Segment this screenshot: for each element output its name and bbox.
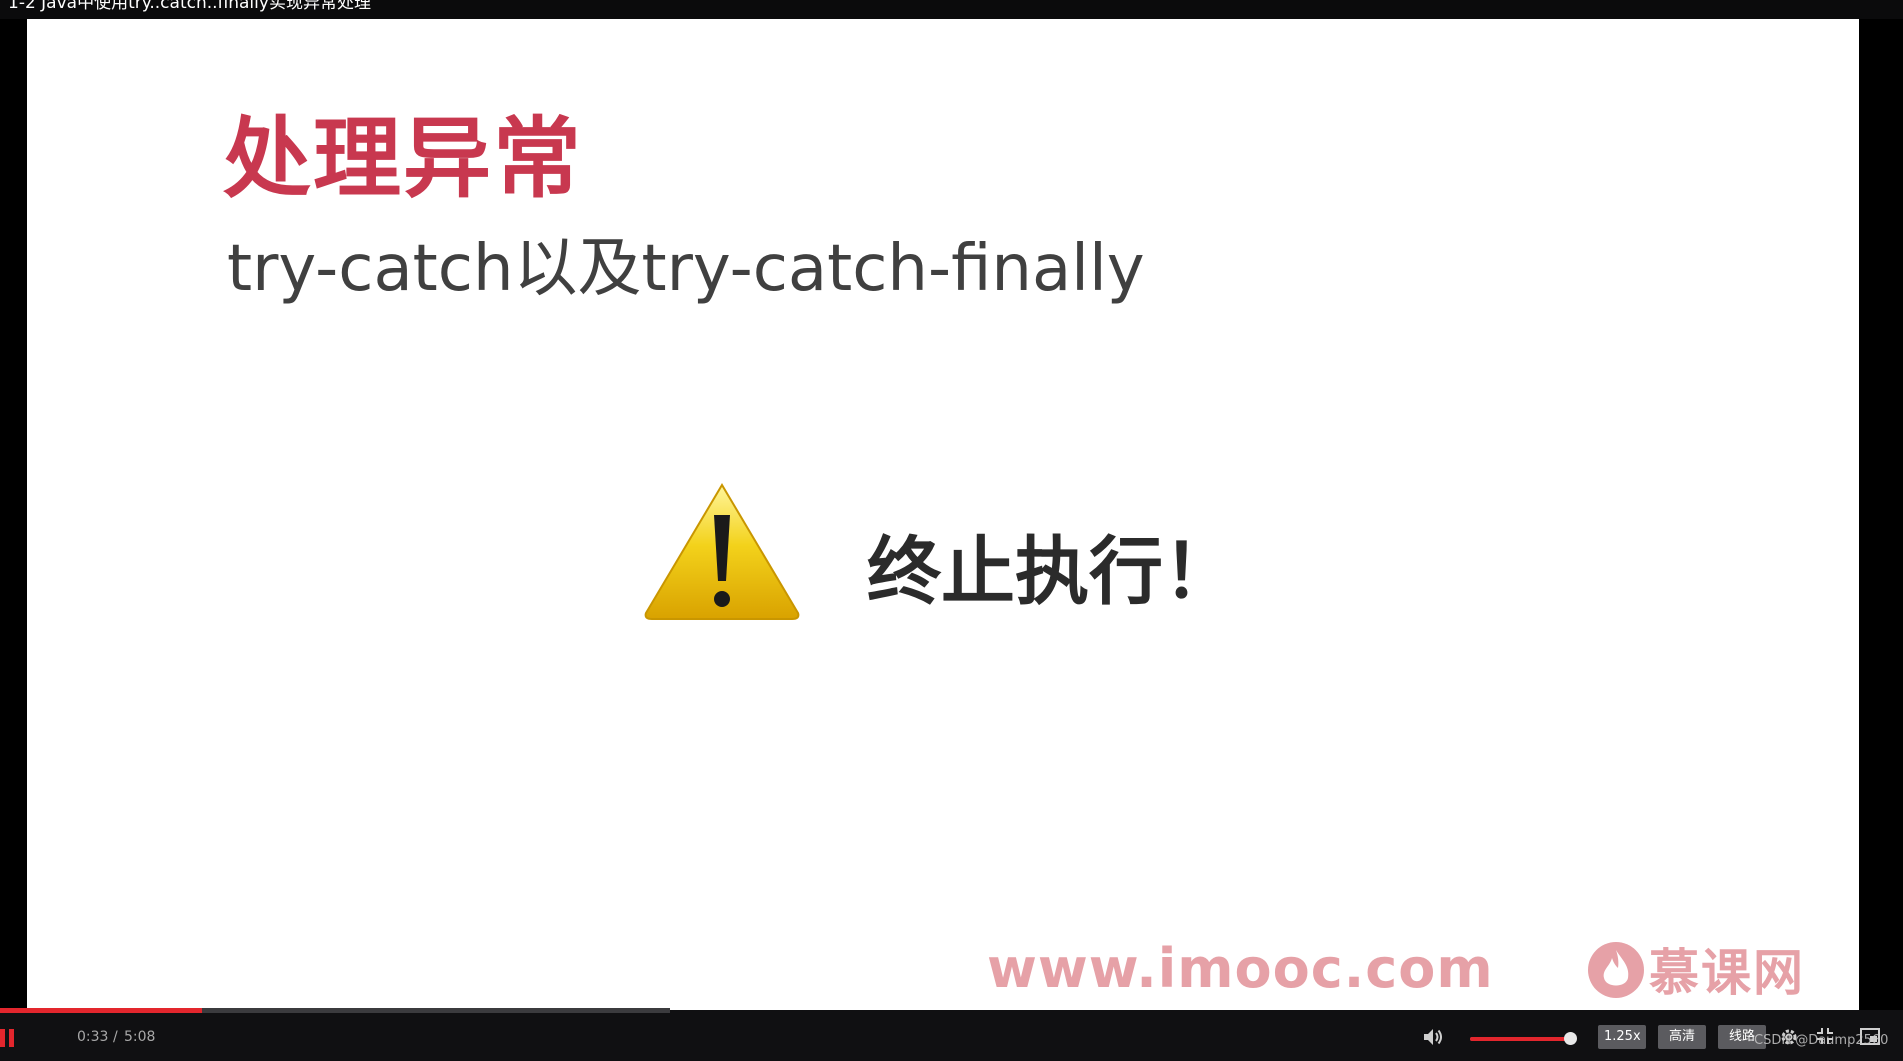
slide: 处理异常 try-catch以及try-catch-finally 终止执行！ … bbox=[27, 19, 1859, 1010]
player-controls: 0:33 / 5:08 1.25x 高清 线路 CSDN @Daump2560 bbox=[0, 1013, 1903, 1061]
volume-handle[interactable] bbox=[1564, 1032, 1577, 1045]
volume-icon[interactable] bbox=[1422, 1027, 1444, 1047]
window-title: 1-2 Java中使用try..catch..finally实现异常处理 bbox=[0, 0, 1903, 19]
time-total: 5:08 bbox=[124, 1029, 156, 1045]
quality-button[interactable]: 高清 bbox=[1658, 1025, 1706, 1049]
slide-subtitle: try-catch以及try-catch-finally bbox=[227, 232, 1145, 306]
time-current: 0:33 bbox=[77, 1029, 109, 1045]
video-stage[interactable]: 处理异常 try-catch以及try-catch-finally 终止执行！ … bbox=[0, 19, 1903, 1010]
watermark-logo-text: 慕课网 bbox=[1649, 944, 1805, 1002]
csdn-watermark: CSDN @Daump2560 bbox=[1754, 1033, 1889, 1048]
warning-triangle-icon bbox=[644, 483, 800, 620]
flame-icon bbox=[1588, 942, 1644, 998]
speed-button[interactable]: 1.25x bbox=[1598, 1025, 1646, 1049]
watermark-url: www.imooc.com bbox=[987, 937, 1494, 1000]
volume-level bbox=[1470, 1037, 1570, 1041]
warning-text: 终止执行！ bbox=[867, 529, 1237, 615]
time-separator: / bbox=[113, 1029, 118, 1045]
slide-title: 处理异常 bbox=[223, 107, 584, 210]
pause-icon[interactable] bbox=[0, 1029, 16, 1047]
volume-slider[interactable] bbox=[1470, 1032, 1577, 1045]
